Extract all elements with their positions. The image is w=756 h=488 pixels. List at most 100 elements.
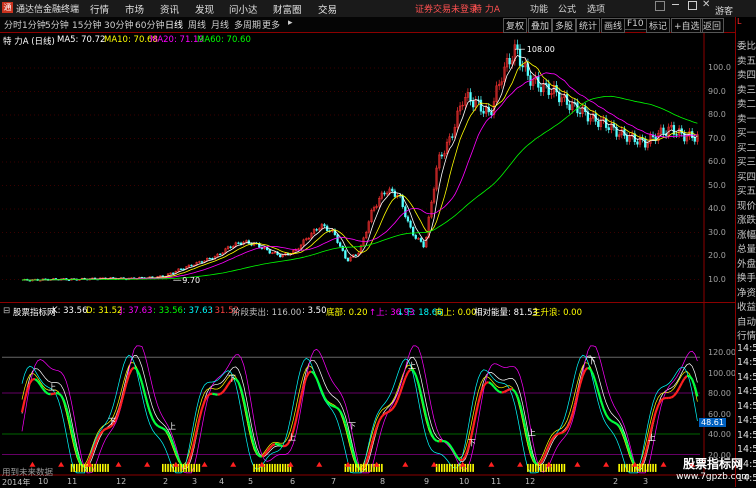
side-panel-item-0[interactable]: 委比	[737, 38, 756, 52]
toolbar-button-2[interactable]: 多股	[552, 18, 576, 33]
menu-item-6[interactable]: 交易	[318, 2, 337, 16]
period-tab-10[interactable]: 更多	[262, 18, 280, 31]
side-panel-item-25[interactable]: 14:5	[737, 401, 756, 412]
toolbar-button-0[interactable]: 复权	[503, 18, 527, 33]
menu-item-4[interactable]: 问小达	[229, 2, 258, 16]
indicator-legend-item-6: 阶段卖出: 116.00	[232, 306, 301, 318]
period-tab-8[interactable]: 月线	[211, 18, 229, 31]
trend-segment	[405, 372, 408, 378]
side-panel-item-24[interactable]: 14:5	[737, 386, 756, 397]
toolbar-button-3[interactable]: 统计	[576, 18, 600, 33]
period-tab-9[interactable]: 多周期	[234, 18, 261, 31]
side-panel-item-2[interactable]: 卖四	[737, 67, 756, 81]
toolbar-button-8[interactable]: 返回	[700, 18, 724, 33]
collapse-icon[interactable]: ⊟	[3, 306, 10, 316]
candle-body	[472, 101, 474, 107]
guest-label[interactable]: 游客	[715, 4, 733, 17]
period-tab-1[interactable]: 1分钟	[22, 18, 46, 31]
toolbar-button-5[interactable]: F10	[624, 18, 647, 30]
side-panel-flag-icon[interactable]: L	[737, 17, 741, 26]
side-panel-item-12[interactable]: 涨跌	[737, 212, 756, 226]
side-panel-item-27[interactable]: 14:5	[737, 430, 756, 441]
bottom-bar	[631, 464, 633, 472]
toolbar-button-6[interactable]: 标记	[646, 18, 670, 33]
top-right-menu-0[interactable]: 功能	[530, 2, 548, 15]
side-panel-item-28[interactable]: 14:5	[737, 444, 756, 455]
period-tab-5[interactable]: 60分钟	[135, 18, 164, 31]
trend-segment	[392, 406, 395, 410]
period-tab-4[interactable]: 30分钟	[104, 18, 133, 31]
candle-body	[522, 66, 524, 67]
candle-body	[279, 255, 281, 257]
app-title: 通达信金融终端	[16, 2, 79, 15]
candle-body	[209, 258, 211, 259]
toolbar-button-4[interactable]: 画线	[601, 18, 625, 33]
side-panel-item-5[interactable]: 卖一	[737, 111, 756, 125]
menu-item-1[interactable]: 市场	[125, 2, 144, 16]
side-panel-item-10[interactable]: 买五	[737, 183, 756, 197]
close-icon[interactable]: ✕	[702, 0, 710, 10]
side-panel-item-18[interactable]: 收益	[737, 299, 756, 313]
toolbar-button-1[interactable]: 叠加	[528, 18, 552, 33]
side-panel-item-26[interactable]: 14:5	[737, 415, 756, 426]
bottom-bar	[618, 464, 620, 472]
trend-segment	[374, 427, 377, 435]
trend-segment	[61, 395, 64, 400]
trend-segment	[293, 421, 296, 431]
period-tab-3[interactable]: 15分钟	[72, 18, 101, 31]
candle-body	[391, 189, 393, 191]
side-panel-item-1[interactable]: 卖五	[737, 53, 756, 67]
trend-segment	[559, 433, 562, 434]
side-panel-item-17[interactable]: 净资	[737, 285, 756, 299]
indicator-name[interactable]: 股票指标网	[13, 306, 56, 318]
buy-arrow-icon	[230, 462, 236, 467]
minimize-icon[interactable]	[672, 4, 679, 5]
period-tab-0[interactable]: 分时	[4, 18, 22, 31]
trend-segment	[421, 394, 424, 406]
side-panel-item-7[interactable]: 买二	[737, 140, 756, 154]
indicator-legend-item-1: D: 31.52	[86, 306, 122, 316]
side-panel-item-21[interactable]: 14:5	[737, 343, 756, 354]
period-tab-2[interactable]: 5分钟	[45, 18, 69, 31]
side-panel-item-15[interactable]: 外盘	[737, 256, 756, 270]
date-tick-6: 4	[219, 477, 224, 486]
side-panel-item-13[interactable]: 涨幅	[737, 227, 756, 241]
candle-body	[694, 138, 696, 142]
side-panel-item-19[interactable]: 自动	[737, 314, 756, 328]
chart-canvas: 108.009.70上下上下上下上下上下上	[0, 33, 735, 487]
trend-segment	[502, 392, 505, 393]
menu-item-3[interactable]: 发现	[195, 2, 214, 16]
menu-item-0[interactable]: 行情	[90, 2, 109, 16]
date-tick-2: 11	[67, 477, 77, 486]
side-panel-item-23[interactable]: 14:5	[737, 372, 756, 383]
login-warning[interactable]: 证券交易未登录	[415, 2, 478, 15]
bottom-bar	[545, 464, 547, 472]
side-panel-item-11[interactable]: 现价	[737, 198, 756, 212]
side-panel-item-22[interactable]: 14:5	[737, 357, 756, 368]
side-panel-item-6[interactable]: 买一	[737, 125, 756, 139]
side-panel-item-14[interactable]: 总量	[737, 241, 756, 255]
candle-body	[483, 111, 485, 113]
menu-item-5[interactable]: 财富圈	[273, 2, 302, 16]
skin-icon[interactable]	[655, 1, 665, 11]
pane-separator[interactable]	[0, 302, 735, 303]
top-right-menu-2[interactable]: 选项	[587, 2, 605, 15]
more-arrow-icon[interactable]: ▸	[288, 18, 293, 28]
side-panel-item-8[interactable]: 买三	[737, 154, 756, 168]
side-panel-item-20[interactable]: 行情	[737, 328, 756, 342]
top-right-menu-1[interactable]: 公式	[558, 2, 576, 15]
side-panel-item-9[interactable]: 买四	[737, 169, 756, 183]
toolbar-button-7[interactable]: +自选	[671, 18, 703, 33]
menu-item-2[interactable]: 资讯	[160, 2, 179, 16]
bottom-bar	[647, 464, 649, 472]
bottom-bar	[556, 464, 558, 472]
signal-label: 上	[528, 428, 536, 437]
side-panel-item-16[interactable]: 换手	[737, 270, 756, 284]
bottom-bar	[350, 464, 352, 472]
trend-segment	[379, 416, 382, 420]
period-tab-6[interactable]: 日线	[165, 18, 183, 31]
side-panel-item-4[interactable]: 卖二	[737, 96, 756, 110]
maximize-icon[interactable]	[688, 1, 697, 10]
period-tab-7[interactable]: 周线	[188, 18, 206, 31]
side-panel-item-3[interactable]: 卖三	[737, 82, 756, 96]
